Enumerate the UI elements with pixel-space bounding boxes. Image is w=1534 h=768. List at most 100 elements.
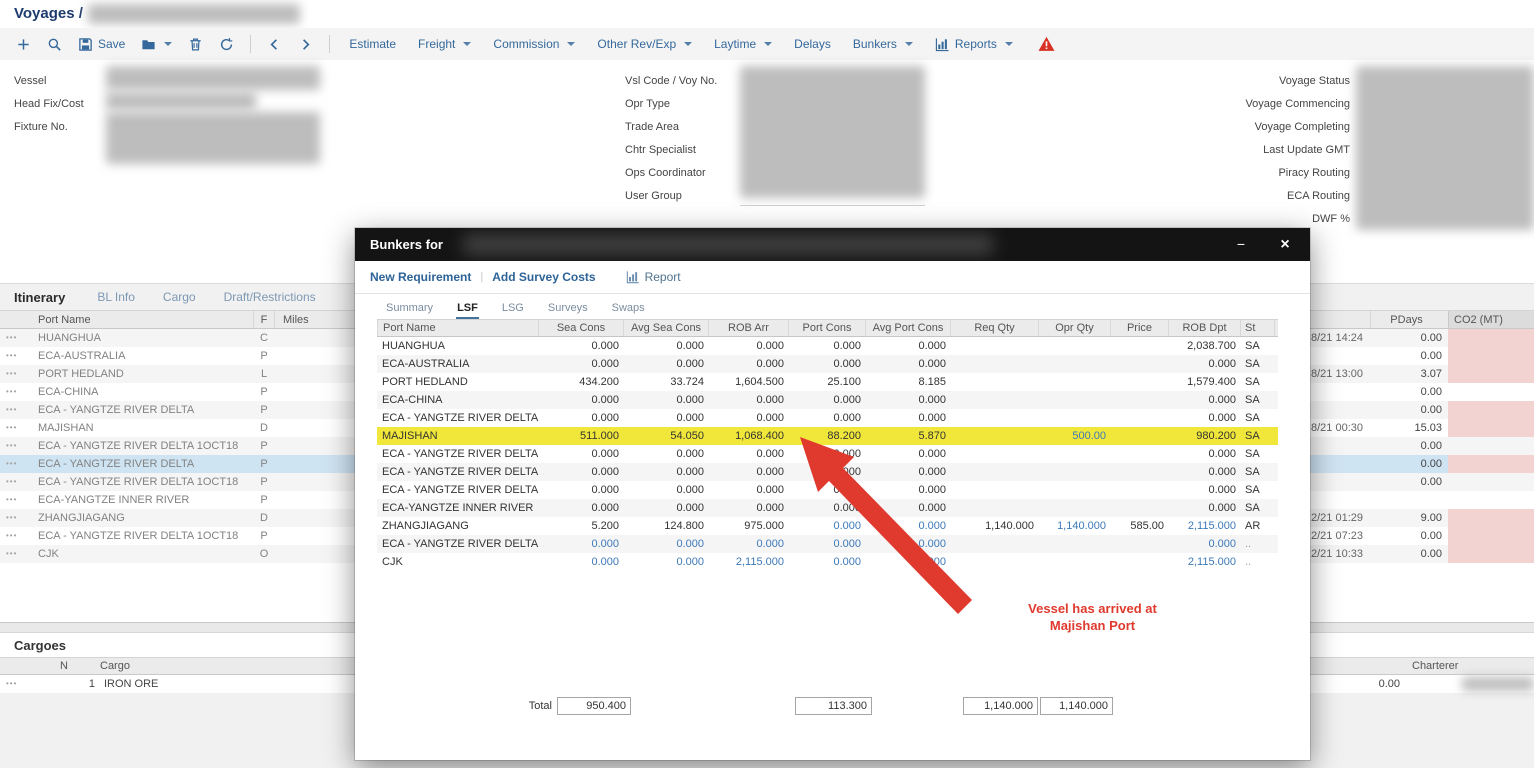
column-header-f[interactable]: F [253,311,275,328]
column-header-charterer[interactable]: Charterer [1412,658,1458,675]
portcons-cell: 0.000 [789,553,866,571]
column-header-price[interactable]: Price [1111,320,1169,336]
annotation-line: Vessel has arrived at [985,600,1200,617]
menu-other-rev-exp[interactable]: Other Rev/Exp [586,32,703,56]
column-header-req[interactable]: Req Qty [951,320,1039,336]
bunkers-row[interactable]: PORT HEDLAND434.20033.7241,604.50025.100… [377,373,1278,391]
report-button[interactable]: Report [626,270,681,284]
tab-cargo[interactable]: Cargo [163,290,196,304]
menu-reports[interactable]: Reports [924,32,1024,57]
row-drag-handle-icon[interactable]: ••• [6,473,17,491]
menu-bunkers[interactable]: Bunkers [842,32,924,56]
bunkers-row[interactable]: ZHANGJIAGANG5.200124.800975.0000.0000.00… [377,517,1278,535]
bunkers-row[interactable]: HUANGHUA0.0000.0000.0000.0000.0002,038.7… [377,337,1278,355]
bunkers-row[interactable]: ECA - YANGTZE RIVER DELTA 1OCT180.0000.0… [377,535,1278,553]
bunkers-row[interactable]: ECA - YANGTZE RIVER DELTA 1OCT180.0000.0… [377,445,1278,463]
row-drag-handle-icon[interactable]: ••• [6,437,17,455]
row-drag-handle-icon[interactable]: ••• [6,419,17,437]
column-header-st[interactable]: St [1241,320,1275,336]
bunkers-row[interactable]: ECA - YANGTZE RIVER DELTA0.0000.0000.000… [377,409,1278,427]
column-header-port[interactable]: Port Name [377,320,539,336]
bunkers-row[interactable]: ECA - YANGTZE RIVER DELTA0.0000.0000.000… [377,463,1278,481]
column-header-co2[interactable]: CO2 (MT) [1448,311,1534,328]
row-drag-handle-icon[interactable]: ••• [6,527,17,545]
pdays-cell: 0.00 [1370,437,1442,455]
row-drag-handle-icon[interactable]: ••• [6,383,17,401]
row-drag-handle-icon[interactable]: ••• [6,491,17,509]
column-header-portcons[interactable]: Port Cons [789,320,866,336]
row-drag-handle-icon[interactable]: ••• [6,329,17,347]
menu-estimate[interactable]: Estimate [338,32,407,56]
menu-commission[interactable]: Commission [482,32,586,56]
column-header-cargo[interactable]: Cargo [100,658,130,675]
chart-icon [935,37,950,52]
add-survey-costs-button[interactable]: Add Survey Costs [492,270,595,284]
move-copy-button[interactable] [133,33,180,56]
tab-swaps[interactable]: Swaps [611,302,646,319]
port-name-cell: ECA-CHINA [377,391,539,409]
tab-bl-info[interactable]: BL Info [97,290,135,304]
menu-freight[interactable]: Freight [407,32,482,56]
column-header-n[interactable]: N [60,658,68,675]
add-button[interactable] [8,33,39,56]
menu-laytime[interactable]: Laytime [703,32,783,56]
bunkers-dialog: Bunkers for − × New Requirement | Add Su… [355,228,1310,760]
toolbar-divider [250,35,251,53]
tab-lsg[interactable]: LSG [501,302,525,319]
column-header-avgsea[interactable]: Avg Sea Cons [624,320,709,336]
column-header-robdpt[interactable]: ROB Dpt [1169,320,1241,336]
column-header-sea[interactable]: Sea Cons [539,320,624,336]
cargo-number-cell: 1 [70,675,95,693]
bunkers-row[interactable]: CJK0.0000.0002,115.0000.0000.0002,115.00… [377,553,1278,571]
minimize-button[interactable]: − [1224,232,1258,257]
menu-label: Reports [955,37,997,51]
bunkers-row[interactable]: ECA-YANGTZE INNER RIVER0.0000.0000.0000.… [377,499,1278,517]
bunkers-row[interactable]: ECA-AUSTRALIA0.0000.0000.0000.0000.0000.… [377,355,1278,373]
row-drag-handle-icon[interactable]: ••• [6,365,17,383]
cargoes-title: Cargoes [14,638,66,653]
portcons-cell: 0.000 [789,409,866,427]
price-cell [1111,409,1169,427]
row-drag-handle-icon[interactable]: ••• [6,545,17,563]
bunkers-row[interactable]: ECA - YANGTZE RIVER DELTA 1OCT180.0000.0… [377,481,1278,499]
tab-lsf[interactable]: LSF [456,302,479,319]
column-header-robarr[interactable]: ROB Arr [709,320,789,336]
row-drag-handle-icon[interactable]: ••• [6,509,17,527]
toolbar-divider: | [480,271,483,283]
co2-cell [1448,455,1534,473]
bunkers-row[interactable]: ECA-CHINA0.0000.0000.0000.0000.0000.000S… [377,391,1278,409]
row-drag-handle-icon[interactable]: ••• [6,401,17,419]
avgsea-cell: 0.000 [624,391,709,409]
tab-itinerary[interactable]: Itinerary [14,290,65,305]
tab-surveys[interactable]: Surveys [547,302,589,319]
column-header-avgport[interactable]: Avg Port Cons [866,320,951,336]
forward-button[interactable] [290,33,321,56]
back-button[interactable] [259,33,290,56]
tab-draft-restrictions[interactable]: Draft/Restrictions [224,290,316,304]
avgsea-cell: 0.000 [624,535,709,553]
row-drag-handle-icon[interactable]: ••• [6,675,17,693]
validation-warning-icon[interactable] [1038,36,1055,52]
row-drag-handle-icon[interactable]: ••• [6,455,17,473]
price-cell [1111,355,1169,373]
opr-cell: 1,140.000 [1039,517,1111,535]
close-button[interactable]: × [1268,232,1302,257]
column-header-miles[interactable]: Miles [283,311,309,329]
dialog-titlebar[interactable]: Bunkers for − × [355,228,1310,261]
search-button[interactable] [39,33,70,56]
column-header-port-name[interactable]: Port Name [38,311,91,329]
column-header-opr[interactable]: Opr Qty [1039,320,1111,336]
bunkers-row-majishan-highlighted[interactable]: MAJISHAN511.00054.0501,068.40088.2005.87… [377,427,1278,445]
refresh-button[interactable] [211,33,242,56]
delete-button[interactable] [180,33,211,56]
menu-delays[interactable]: Delays [783,32,842,56]
chevron-right-icon [298,37,313,52]
status-cell: SA [1241,463,1275,481]
avgsea-cell: 0.000 [624,337,709,355]
new-requirement-button[interactable]: New Requirement [370,270,471,284]
save-button[interactable]: Save [70,33,133,56]
price-cell [1111,373,1169,391]
row-drag-handle-icon[interactable]: ••• [6,347,17,365]
column-header-pdays[interactable]: PDays [1370,311,1442,328]
tab-summary[interactable]: Summary [385,302,434,319]
